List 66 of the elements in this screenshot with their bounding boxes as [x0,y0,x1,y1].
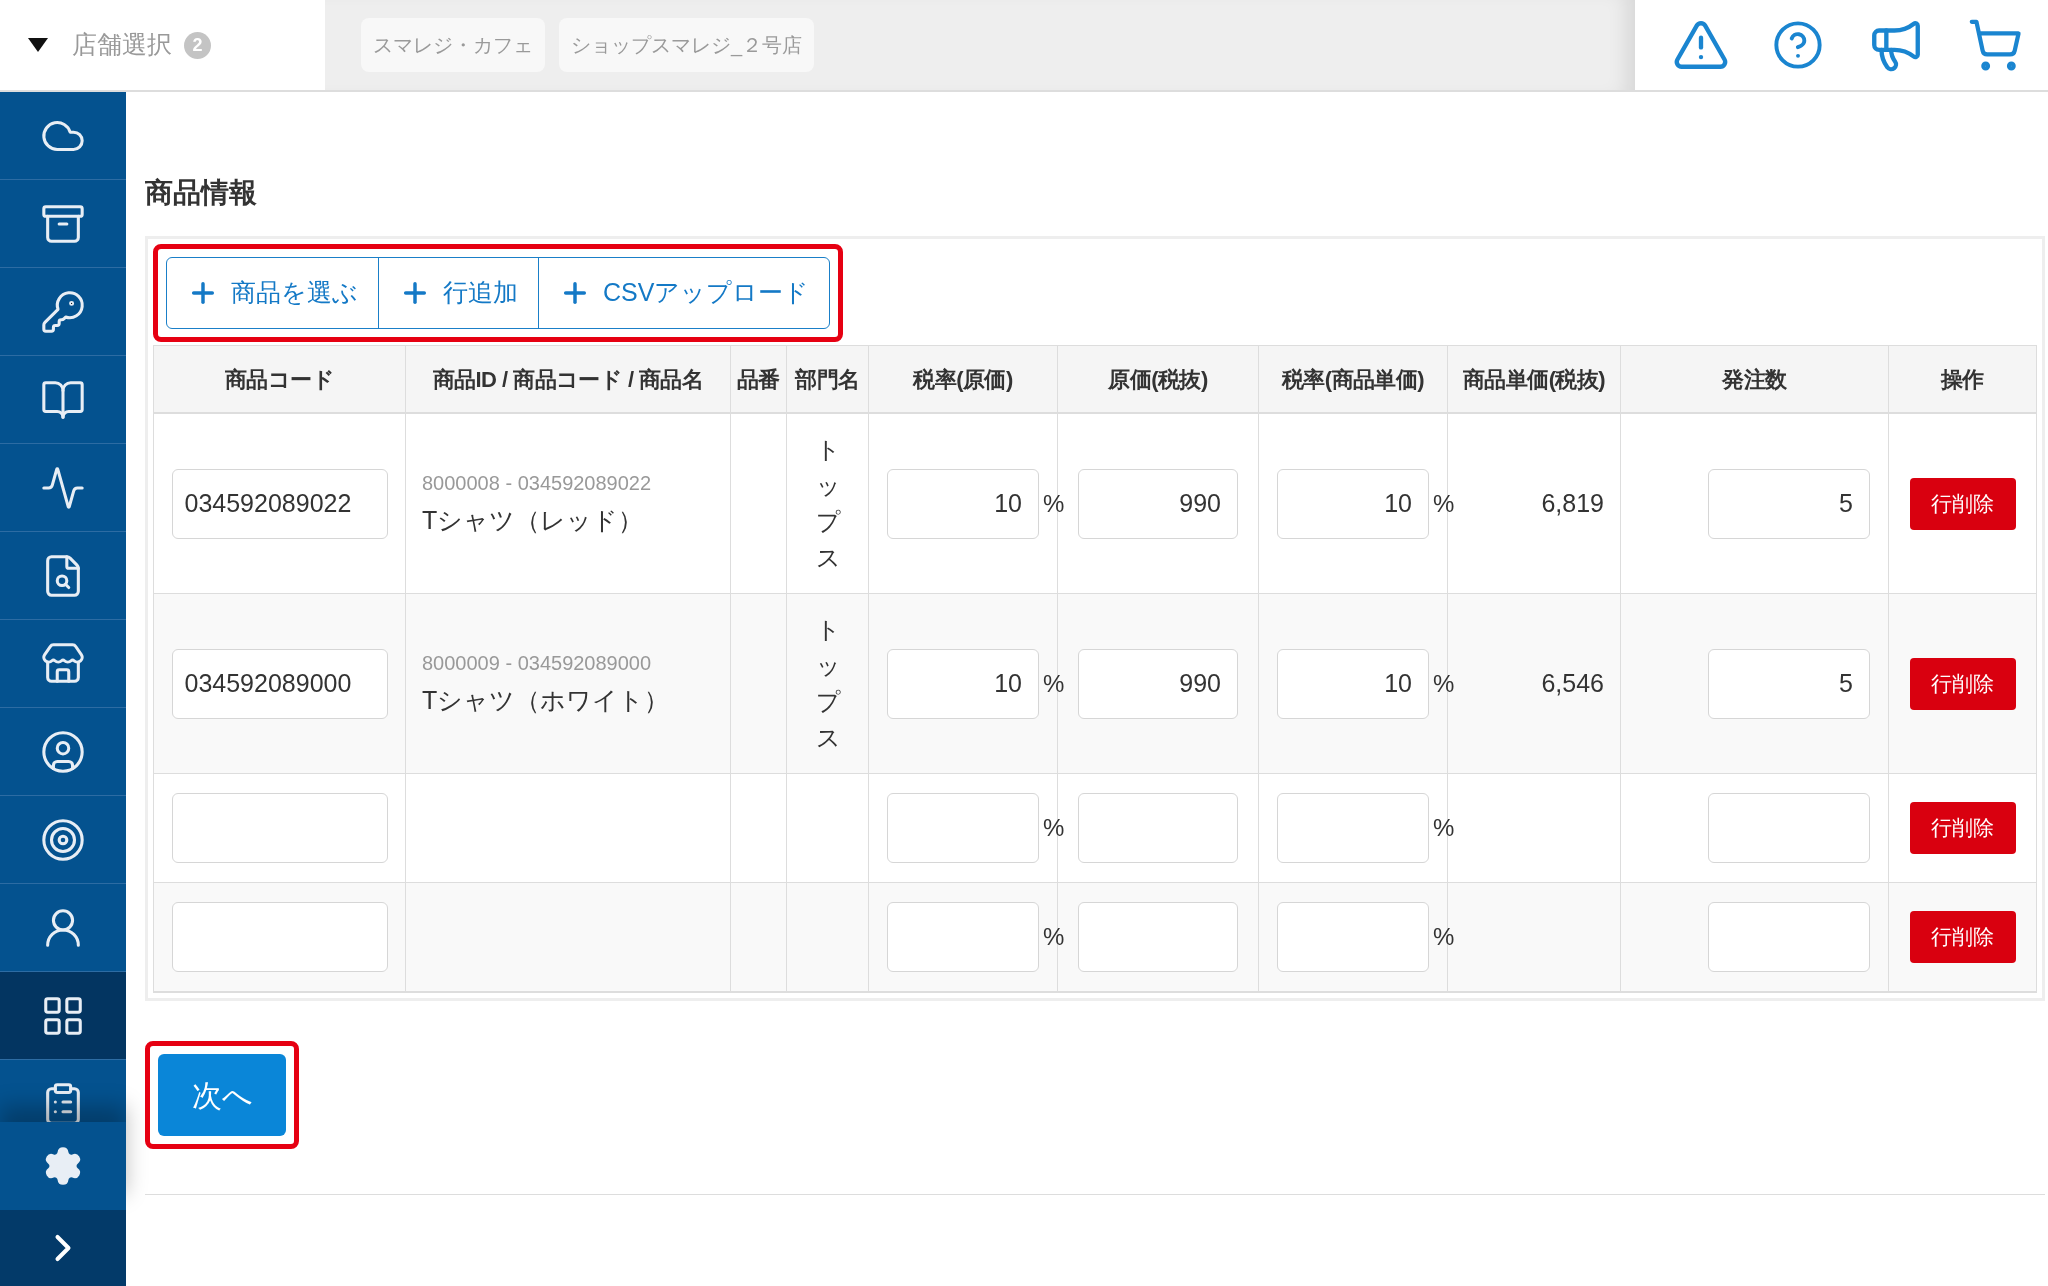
toolbar-button[interactable]: 行追加 [378,258,538,328]
percent-text: % [1433,668,1455,699]
section-title: 商品情報 [145,176,258,210]
key-icon [40,288,86,335]
percent-text: % [1433,813,1455,843]
percent-text: % [1043,813,1065,843]
column-header: 原価(税抜) [1108,365,1208,394]
input-field[interactable] [1708,793,1870,863]
percent-text: % [1043,488,1065,519]
department-text: トップス [815,434,840,573]
store-chip[interactable]: スマレジ・カフェ [361,18,545,72]
unit-price-text: 6,819 [1541,487,1604,519]
input-field[interactable] [887,902,1039,972]
input-field[interactable]: 034592089000 [171,648,388,719]
column-header: 税率(商品単価) [1281,365,1425,394]
target-icon [40,816,86,863]
input-field[interactable]: 034592089022 [171,468,388,539]
store-select-label[interactable]: 店舗選択 [72,26,172,64]
input-field[interactable] [1708,902,1870,972]
percent-text: % [1433,922,1455,952]
input-field[interactable] [171,902,388,972]
unit-price-text: 6,546 [1541,667,1604,699]
input-field[interactable]: 10 [887,648,1039,719]
input-field[interactable] [1078,902,1238,972]
input-field[interactable] [1277,793,1429,863]
count-badge: 2 [184,31,211,59]
percent-text: % [1043,668,1065,699]
input-field[interactable] [887,793,1039,863]
person-circle-icon [40,728,86,775]
input-field[interactable]: 10 [1277,468,1429,539]
column-header: 商品ID / 商品コード / 商品名 [432,365,704,394]
column-header: 品番 [737,365,780,394]
line-graph-icon [40,464,86,511]
next-button[interactable]: 次へ [158,1054,286,1136]
input-field[interactable]: 10 [1277,648,1429,719]
percent-text: % [1043,922,1065,952]
column-header: 部門名 [795,365,860,394]
product-id-text: 8000008 - 034592089022 [422,470,652,496]
percent-text: % [1433,488,1455,519]
toolbar-button[interactable]: CSVアップロード [538,258,830,328]
delete-row-button[interactable]: 行削除 [1909,657,2016,710]
input-field[interactable] [171,793,388,863]
column-header: 商品単価(税抜) [1462,365,1606,394]
input-field[interactable]: 5 [1708,648,1870,719]
column-header: 税率(原価) [913,365,1013,394]
input-field[interactable] [1277,902,1429,972]
product-name-text: Tシャツ（レッド） [422,504,644,536]
input-field[interactable]: 5 [1708,468,1870,539]
help-icon[interactable] [1772,19,1825,71]
column-header: 操作 [1941,365,1984,394]
product-id-text: 8000009 - 034592089000 [422,650,652,676]
delete-row-button[interactable]: 行削除 [1909,802,2016,854]
toolbar-button[interactable]: 商品を選ぶ [167,258,378,328]
input-field[interactable]: 990 [1078,648,1238,719]
input-field[interactable]: 990 [1078,468,1238,539]
dropdown-triangle-icon[interactable] [28,38,48,52]
product-name-text: Tシャツ（ホワイト） [422,684,670,716]
column-header: 商品コード [224,365,335,394]
department-text: トップス [815,614,840,753]
column-header: 発注数 [1722,365,1787,394]
delete-row-button[interactable]: 行削除 [1909,911,2016,963]
input-field[interactable] [1078,793,1238,863]
store-chip[interactable]: ショップスマレジ_２号店 [559,18,815,72]
sidebar-item[interactable] [0,972,126,1060]
delete-row-button[interactable]: 行削除 [1909,477,2016,530]
input-field[interactable]: 10 [887,468,1039,539]
